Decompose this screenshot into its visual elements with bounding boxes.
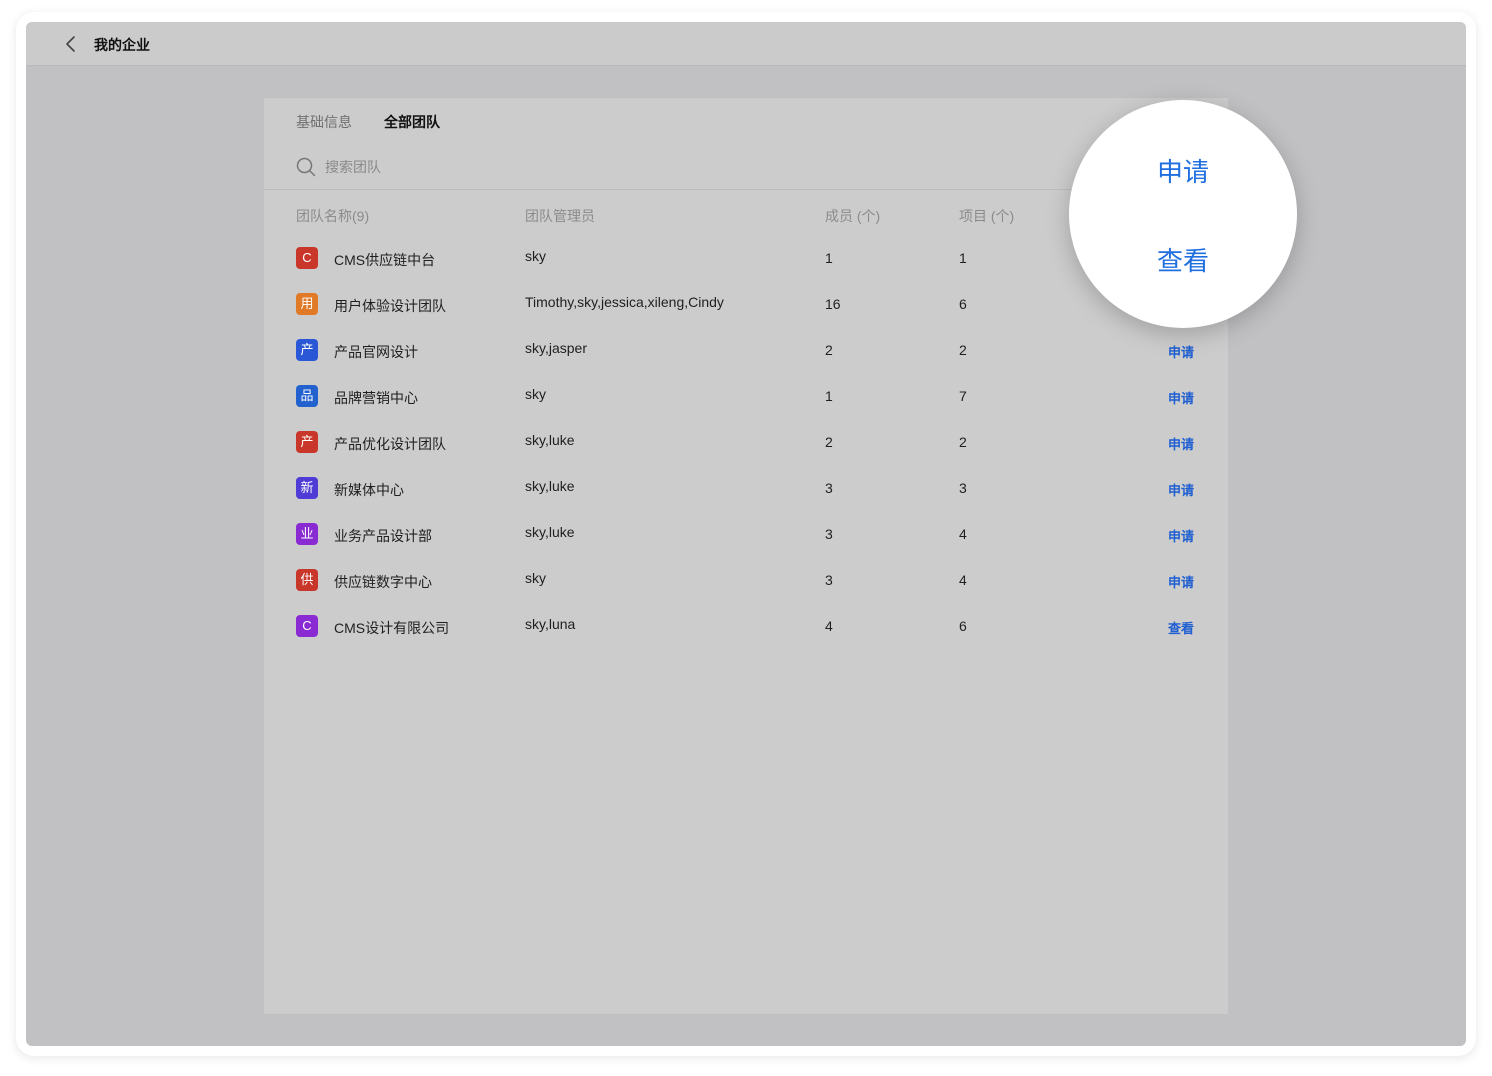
view-link[interactable]: 查看: [1168, 618, 1194, 637]
back-arrow-icon[interactable]: [64, 34, 78, 54]
team-name: 产品优化设计团队: [334, 436, 446, 452]
team-name: CMS供应链中台: [334, 252, 436, 268]
team-avatar: 供: [296, 569, 318, 591]
team-avatar: C: [296, 615, 318, 637]
team-avatar: 产: [296, 431, 318, 453]
apply-link[interactable]: 申请: [1168, 480, 1194, 499]
header-projects: 项目 (个): [959, 208, 1015, 224]
member-count: 3: [825, 526, 833, 542]
zoomed-view-link[interactable]: 查看: [1157, 241, 1209, 278]
team-avatar: 用: [296, 293, 318, 315]
team-admins: sky: [525, 248, 546, 264]
project-count: 4: [959, 572, 967, 588]
team-name: CMS设计有限公司: [334, 620, 450, 636]
table-row[interactable]: 产产品官网设计 sky,jasper 2 2 申请: [264, 339, 1228, 385]
team-avatar: 品: [296, 385, 318, 407]
member-count: 16: [825, 296, 841, 312]
table-row[interactable]: 品品牌营销中心 sky 1 7 申请: [264, 385, 1228, 431]
apply-link[interactable]: 申请: [1168, 388, 1194, 407]
table-row[interactable]: 新新媒体中心 sky,luke 3 3 申请: [264, 477, 1228, 523]
table-row[interactable]: 用用户体验设计团队 Timothy,sky,jessica,xileng,Cind…: [264, 293, 1228, 339]
project-count: 2: [959, 342, 967, 358]
team-name: 产品官网设计: [334, 344, 418, 360]
team-avatar: 新: [296, 477, 318, 499]
team-name: 业务产品设计部: [334, 528, 432, 544]
member-count: 3: [825, 572, 833, 588]
project-count: 2: [959, 434, 967, 450]
team-avatar: C: [296, 247, 318, 269]
top-bar: 我的企业: [26, 22, 1466, 66]
team-admins: sky,luke: [525, 432, 575, 448]
tab-all-teams[interactable]: 全部团队: [384, 112, 440, 132]
table-row[interactable]: 供供应链数字中心 sky 3 4 申请: [264, 569, 1228, 615]
tab-basic-info[interactable]: 基础信息: [296, 112, 352, 132]
zoomed-apply-link[interactable]: 申请: [1157, 152, 1209, 189]
search-bar: [296, 156, 625, 178]
member-count: 4: [825, 618, 833, 634]
header-team-admins: 团队管理员: [525, 208, 595, 224]
project-count: 4: [959, 526, 967, 542]
member-count: 2: [825, 342, 833, 358]
team-avatar: 业: [296, 523, 318, 545]
team-name: 新媒体中心: [334, 482, 404, 498]
team-name: 用户体验设计团队: [334, 298, 446, 314]
apply-link[interactable]: 申请: [1168, 572, 1194, 591]
team-admins: sky: [525, 570, 546, 586]
member-count: 1: [825, 250, 833, 266]
apply-link[interactable]: 申请: [1168, 434, 1194, 453]
search-input[interactable]: [325, 159, 625, 175]
page-title: 我的企业: [94, 37, 150, 53]
team-admins: sky,jasper: [525, 340, 587, 356]
project-count: 6: [959, 618, 967, 634]
header-members: 成员 (个): [825, 208, 881, 224]
table-row[interactable]: 业业务产品设计部 sky,luke 3 4 申请: [264, 523, 1228, 569]
apply-link[interactable]: 申请: [1168, 342, 1194, 361]
table-row[interactable]: C CMS设计有限公司 sky,luna 4 6 查看: [264, 615, 1228, 661]
project-count: 7: [959, 388, 967, 404]
tab-bar: 基础信息 全部团队: [296, 112, 440, 132]
project-count: 1: [959, 250, 967, 266]
team-admins: sky,luke: [525, 524, 575, 540]
zoom-callout: [1069, 100, 1297, 328]
team-admins: sky: [525, 386, 546, 402]
project-count: 6: [959, 296, 967, 312]
team-admins: sky,luna: [525, 616, 576, 632]
header-team-name: 团队名称(9): [296, 208, 370, 224]
team-avatar: 产: [296, 339, 318, 361]
team-admins: Timothy,sky,jessica,xileng,Cindy: [525, 294, 724, 310]
table-row[interactable]: 产产品优化设计团队 sky,luke 2 2 申请: [264, 431, 1228, 477]
apply-link[interactable]: 申请: [1168, 526, 1194, 545]
team-admins: sky,luke: [525, 478, 575, 494]
member-count: 2: [825, 434, 833, 450]
search-icon: [296, 157, 316, 177]
team-name: 品牌营销中心: [334, 390, 418, 406]
team-name: 供应链数字中心: [334, 574, 432, 590]
member-count: 3: [825, 480, 833, 496]
member-count: 1: [825, 388, 833, 404]
project-count: 3: [959, 480, 967, 496]
